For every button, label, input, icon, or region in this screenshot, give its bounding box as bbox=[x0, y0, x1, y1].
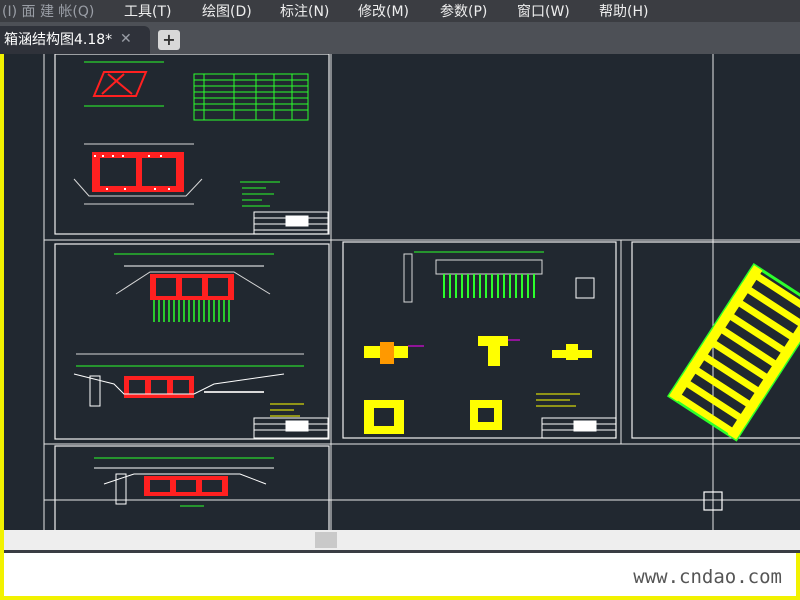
title-block-2 bbox=[253, 417, 329, 439]
sheet4-drawing bbox=[666, 263, 800, 442]
tab-document-label: 箱涵结构图4.18* bbox=[4, 32, 113, 48]
menu-item-modify[interactable]: 修改(M) bbox=[358, 1, 409, 21]
menu-item-dimension[interactable]: 标注(N) bbox=[280, 1, 329, 21]
document-tab-bar: 箱涵结构图4.18* ✕ + bbox=[0, 22, 800, 54]
tab-document[interactable]: 箱涵结构图4.18* ✕ bbox=[0, 26, 150, 54]
menu-item-window[interactable]: 窗口(W) bbox=[517, 1, 570, 21]
menu-item-draw[interactable]: 绘图(D) bbox=[202, 1, 252, 21]
close-icon[interactable]: ✕ bbox=[120, 26, 132, 52]
title-block-3 bbox=[541, 417, 617, 439]
menu-item-help[interactable]: 帮助(H) bbox=[599, 1, 648, 21]
watermark-text: www.cndao.com bbox=[633, 566, 782, 588]
scrollbar-thumb[interactable] bbox=[315, 532, 337, 548]
sheet5-drawing bbox=[94, 457, 274, 507]
drawing-svg bbox=[43, 54, 800, 530]
drawing-canvas[interactable] bbox=[4, 54, 800, 530]
horizontal-scrollbar[interactable] bbox=[4, 530, 800, 550]
menu-bar: (I) 面 建 帐(Q) 工具(T) 绘图(D) 标注(N) 修改(M) 参数(… bbox=[0, 0, 800, 22]
sheet1-drawing bbox=[73, 61, 329, 235]
quantity-table bbox=[193, 73, 309, 121]
sheet2-drawing bbox=[73, 253, 329, 439]
sheet3-drawing bbox=[364, 251, 617, 439]
menu-item-file[interactable]: (I) 面 建 帐(Q) bbox=[2, 1, 94, 21]
title-block-1 bbox=[253, 211, 329, 235]
menu-item-parameters[interactable]: 参数(P) bbox=[440, 1, 487, 21]
add-tab-button[interactable]: + bbox=[158, 30, 180, 50]
status-divider bbox=[4, 550, 800, 553]
menu-item-tools[interactable]: 工具(T) bbox=[124, 1, 171, 21]
